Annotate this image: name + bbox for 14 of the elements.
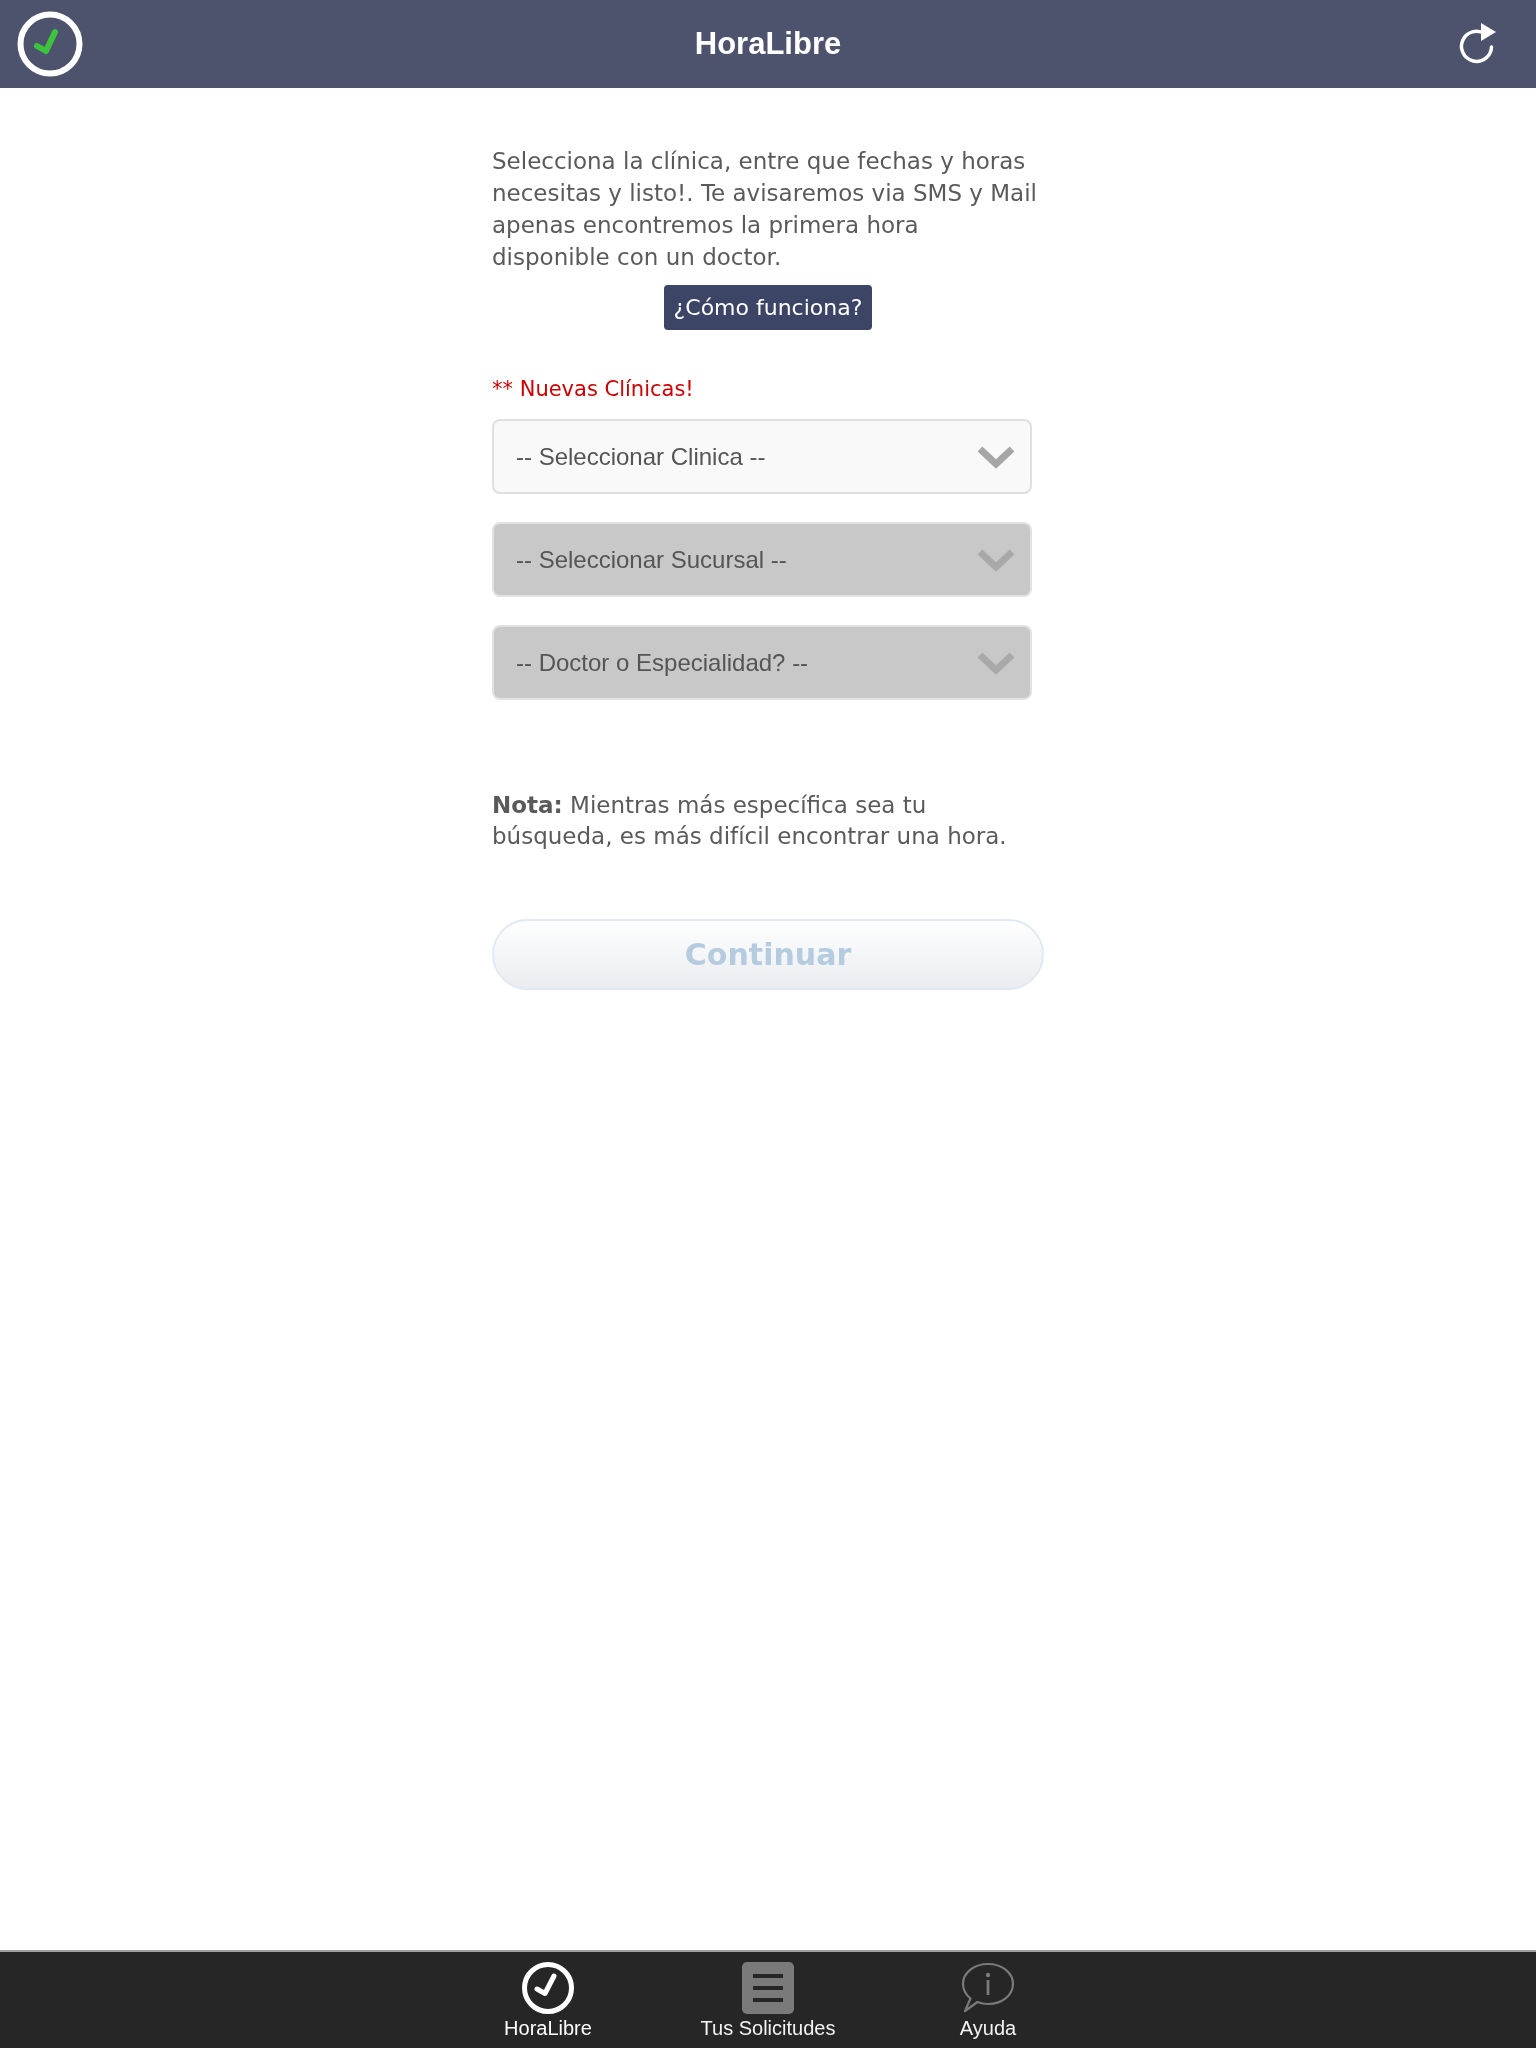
tab-bar-item[interactable]: Ayuda — [878, 1952, 1098, 2048]
intro-text: Selecciona la clínica, entre que fechas y horas necesitas y listo!. Te avisaremos via SMS y Mail apenas encontremos la primera hora disponible con un doctor. — [492, 147, 1038, 272]
refresh-icon[interactable] — [1457, 22, 1497, 66]
check-circle-logo-icon — [17, 11, 83, 77]
tab-bar-item[interactable]: Tus Solicitudes — [658, 1952, 878, 2048]
dropdown-select[interactable]: -- Seleccionar Clinica -- — [492, 419, 1032, 494]
info-bubble-icon — [961, 1962, 1015, 2014]
new-clinics-notice: ** Nuevas Clínicas! — [492, 376, 695, 403]
list-icon — [742, 1962, 794, 2014]
how-it-works-button[interactable]: ¿Cómo funciona? — [663, 285, 873, 330]
tab-bar-item[interactable]: HoraLibre — [438, 1952, 658, 2048]
note-text: Nota: Mientras más específica sea tu búsqueda, es más difícil encontrar una hora. — [492, 791, 1008, 851]
app-title: HoraLibre — [694, 24, 842, 63]
check-circle-icon — [522, 1962, 574, 2014]
